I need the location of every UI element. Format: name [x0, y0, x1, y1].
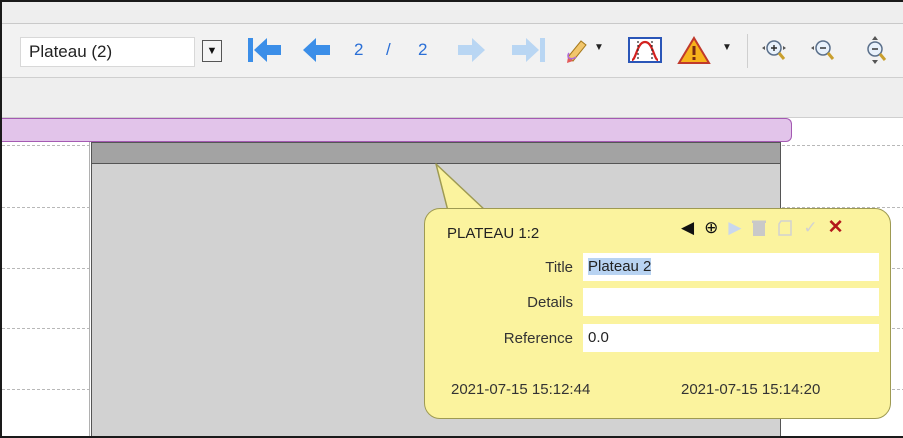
popup-title: PLATEAU 1:2: [447, 225, 540, 242]
page-separator: /: [386, 40, 391, 59]
reference-label: Reference: [503, 330, 573, 347]
plateau-annotation-popup: PLATEAU 1:2 ◀ ⊕ ▶ ✓ ✕ Title Plateau 2 De…: [424, 208, 891, 419]
curve-window-icon[interactable]: [626, 35, 664, 65]
zoom-fit-icon[interactable]: [860, 35, 890, 65]
warning-dropdown-icon[interactable]: ▼: [722, 42, 732, 53]
end-timestamp: 2021-07-15 15:14:20: [681, 381, 821, 398]
next-icon[interactable]: ▶: [728, 218, 741, 238]
confirm-icon[interactable]: ✓: [803, 218, 817, 238]
copy-icon[interactable]: [777, 219, 793, 237]
move-icon[interactable]: ⊕: [704, 218, 718, 238]
title-field-value: Plateau 2: [588, 258, 652, 275]
details-label: Details: [527, 294, 573, 311]
reference-field[interactable]: 0.0: [583, 324, 879, 352]
popup-actions: ◀ ⊕ ▶ ✓ ✕: [681, 218, 844, 238]
close-icon[interactable]: ✕: [828, 218, 844, 238]
app-window: Plateau (2) ▼ 2 / 2 ▼ ▼ PLATEAU 1:2 ◀ ⊕ …: [0, 0, 903, 438]
sub-toolbar-strip: [2, 78, 903, 118]
next-page-icon[interactable]: [454, 35, 488, 65]
previous-page-icon[interactable]: [300, 35, 334, 65]
plateau-range-band[interactable]: [2, 118, 792, 142]
title-label: Title: [545, 259, 573, 276]
title-field[interactable]: Plateau 2: [583, 253, 879, 281]
last-page-icon[interactable]: [508, 35, 548, 65]
edit-dropdown-icon[interactable]: ▼: [594, 42, 604, 53]
details-field[interactable]: [583, 288, 879, 316]
toolbar-separator: [747, 34, 748, 68]
plateau-region-header[interactable]: [91, 142, 781, 164]
start-timestamp: 2021-07-15 15:12:44: [451, 381, 591, 398]
warning-icon[interactable]: [677, 35, 711, 65]
top-strip: [2, 2, 903, 24]
page-current: 2: [354, 40, 364, 59]
plateau-select[interactable]: Plateau (2): [20, 37, 195, 67]
page-total: 2: [418, 40, 428, 59]
zoom-out-icon[interactable]: [808, 35, 838, 65]
previous-icon[interactable]: ◀: [681, 218, 694, 238]
trash-icon[interactable]: [751, 219, 767, 237]
plateau-select-arrow[interactable]: ▼: [202, 40, 222, 62]
vertical-divider: [89, 142, 90, 436]
zoom-in-icon[interactable]: [759, 35, 789, 65]
edit-tag-icon[interactable]: [564, 35, 590, 65]
first-page-icon[interactable]: [245, 35, 285, 65]
